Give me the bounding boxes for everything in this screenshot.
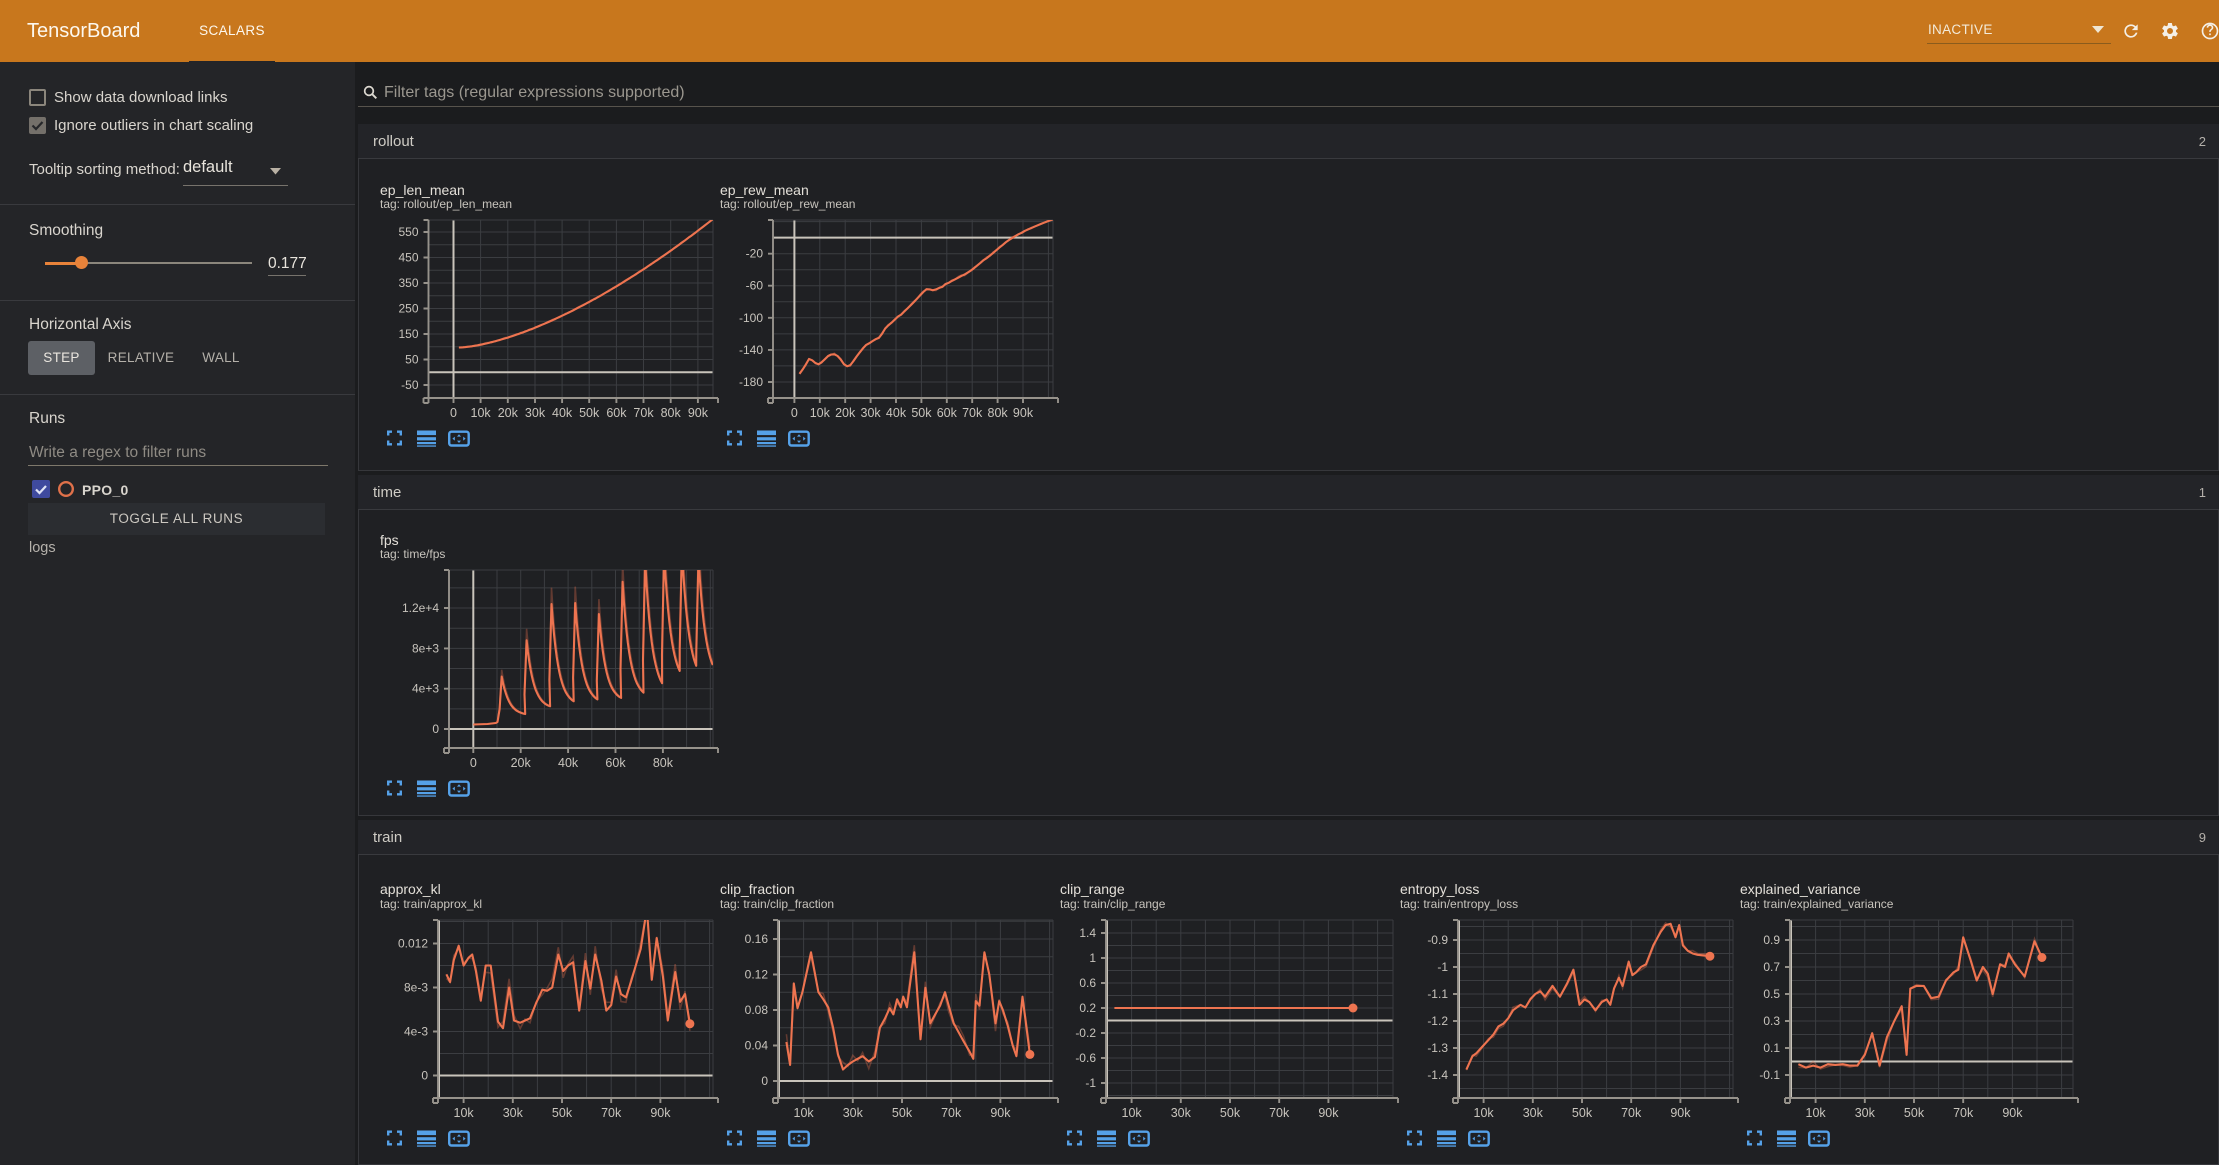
svg-text:-140: -140 (739, 343, 763, 357)
svg-text:60k: 60k (605, 756, 626, 770)
svg-text:-1.3: -1.3 (1427, 1041, 1448, 1055)
svg-text:-180: -180 (739, 375, 763, 389)
svg-text:30k: 30k (503, 1106, 524, 1120)
svg-text:40k: 40k (558, 756, 579, 770)
svg-text:0.7: 0.7 (1763, 960, 1780, 974)
svg-text:0: 0 (450, 406, 457, 420)
svg-text:10k: 10k (471, 406, 492, 420)
svg-text:70k: 70k (1621, 1106, 1642, 1120)
svg-text:30k: 30k (1171, 1106, 1192, 1120)
svg-text:0.3: 0.3 (1763, 1014, 1780, 1028)
svg-text:50k: 50k (911, 406, 932, 420)
svg-text:60k: 60k (937, 406, 958, 420)
svg-text:-20: -20 (746, 247, 764, 261)
svg-text:0: 0 (470, 756, 477, 770)
svg-text:10k: 10k (1474, 1106, 1495, 1120)
svg-text:-60: -60 (746, 279, 764, 293)
svg-text:-50: -50 (401, 378, 419, 392)
svg-text:0.12: 0.12 (745, 968, 769, 982)
svg-text:550: 550 (398, 225, 418, 239)
svg-text:70k: 70k (962, 406, 983, 420)
svg-text:0.04: 0.04 (745, 1039, 769, 1053)
svg-text:30k: 30k (861, 406, 882, 420)
svg-text:-100: -100 (739, 311, 763, 325)
svg-text:0.6: 0.6 (1079, 976, 1096, 990)
svg-text:0: 0 (761, 1074, 768, 1088)
svg-text:50k: 50k (892, 1106, 913, 1120)
svg-text:4e+3: 4e+3 (412, 682, 439, 696)
svg-text:10k: 10k (454, 1106, 475, 1120)
svg-text:90k: 90k (1013, 406, 1034, 420)
svg-text:8e+3: 8e+3 (412, 641, 439, 655)
svg-text:0: 0 (432, 722, 439, 736)
svg-text:-0.9: -0.9 (1427, 933, 1448, 947)
svg-text:1.2e+4: 1.2e+4 (402, 601, 439, 615)
svg-text:-0.2: -0.2 (1075, 1026, 1096, 1040)
svg-text:70k: 70k (633, 406, 654, 420)
svg-text:1.4: 1.4 (1079, 926, 1096, 940)
svg-text:30k: 30k (525, 406, 546, 420)
svg-text:150: 150 (398, 327, 418, 341)
svg-text:60k: 60k (606, 406, 627, 420)
svg-text:250: 250 (398, 302, 418, 316)
svg-text:30k: 30k (1523, 1106, 1544, 1120)
svg-text:-1: -1 (1085, 1076, 1096, 1090)
svg-text:50k: 50k (1572, 1106, 1593, 1120)
svg-text:-1.4: -1.4 (1427, 1068, 1448, 1082)
svg-text:-0.6: -0.6 (1075, 1051, 1096, 1065)
svg-text:50k: 50k (579, 406, 600, 420)
svg-text:10k: 10k (794, 1106, 815, 1120)
svg-text:-0.1: -0.1 (1759, 1068, 1780, 1082)
svg-text:10k: 10k (1806, 1106, 1827, 1120)
svg-text:0.012: 0.012 (398, 937, 428, 951)
svg-text:40k: 40k (552, 406, 573, 420)
svg-text:10k: 10k (1122, 1106, 1143, 1120)
svg-text:70k: 70k (941, 1106, 962, 1120)
svg-text:40k: 40k (886, 406, 907, 420)
svg-text:70k: 70k (1269, 1106, 1290, 1120)
svg-text:0: 0 (791, 406, 798, 420)
svg-text:50k: 50k (1904, 1106, 1925, 1120)
svg-text:0.08: 0.08 (745, 1003, 769, 1017)
svg-text:90k: 90k (1318, 1106, 1339, 1120)
svg-text:0.2: 0.2 (1079, 1001, 1096, 1015)
svg-text:50k: 50k (1220, 1106, 1241, 1120)
svg-text:0.16: 0.16 (745, 932, 769, 946)
svg-text:30k: 30k (1855, 1106, 1876, 1120)
svg-text:20k: 20k (511, 756, 532, 770)
svg-text:-1.1: -1.1 (1427, 987, 1448, 1001)
svg-text:50: 50 (405, 353, 419, 367)
svg-text:0.1: 0.1 (1763, 1041, 1780, 1055)
svg-text:-1.2: -1.2 (1427, 1014, 1448, 1028)
svg-text:50k: 50k (552, 1106, 573, 1120)
svg-text:-1: -1 (1437, 960, 1448, 974)
svg-text:80k: 80k (988, 406, 1009, 420)
svg-text:350: 350 (398, 276, 418, 290)
svg-text:450: 450 (398, 251, 418, 265)
svg-text:20k: 20k (498, 406, 519, 420)
svg-text:10k: 10k (810, 406, 831, 420)
svg-text:80k: 80k (653, 756, 674, 770)
svg-text:8e-3: 8e-3 (404, 981, 428, 995)
svg-text:30k: 30k (843, 1106, 864, 1120)
svg-text:1: 1 (1089, 951, 1096, 965)
svg-text:0.5: 0.5 (1763, 987, 1780, 1001)
svg-text:90k: 90k (2002, 1106, 2023, 1120)
svg-text:70k: 70k (1953, 1106, 1974, 1120)
svg-text:4e-3: 4e-3 (404, 1025, 428, 1039)
svg-text:0: 0 (421, 1069, 428, 1083)
svg-text:20k: 20k (835, 406, 856, 420)
svg-text:70k: 70k (601, 1106, 622, 1120)
svg-text:0.9: 0.9 (1763, 933, 1780, 947)
